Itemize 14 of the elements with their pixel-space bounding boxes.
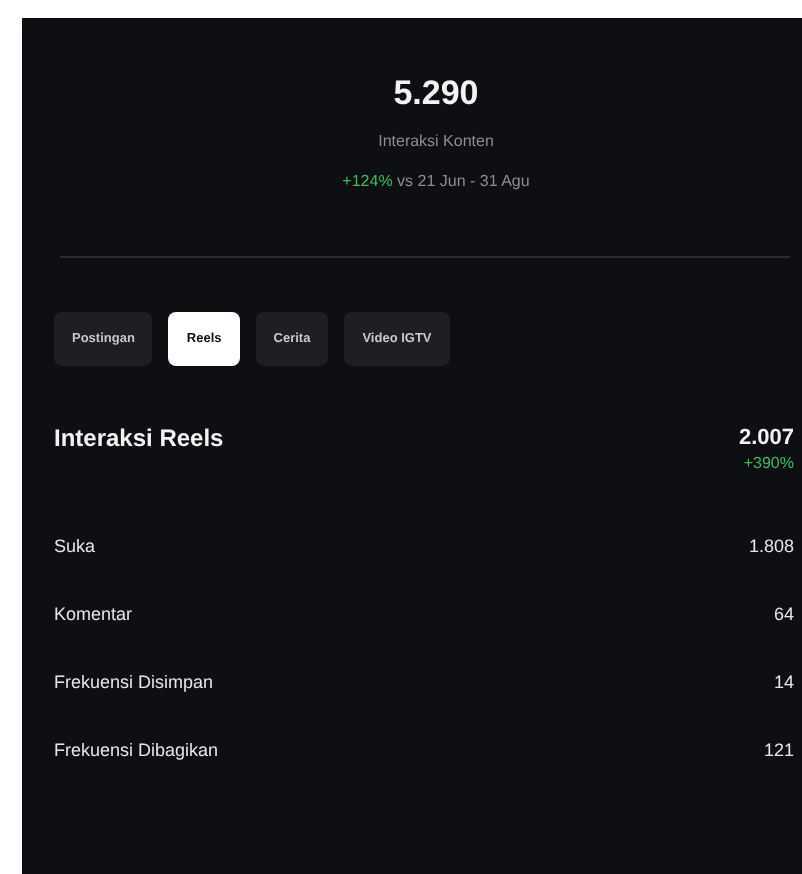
section-change: +390% (743, 452, 794, 474)
section-value: 2.007 (738, 424, 794, 452)
metric-value: 1.808 (748, 534, 794, 560)
metric-value: 14 (773, 670, 794, 696)
total-value: 5.290 (393, 72, 479, 116)
metric-value: 121 (763, 738, 794, 764)
metric-label: Frekuensi Disimpan (54, 670, 214, 696)
total-label: Interaksi Konten (378, 130, 494, 154)
change-text: +124% vs 21 Jun - 31 Agu (342, 170, 530, 194)
metric-label: Komentar (54, 602, 133, 628)
metric-label: Suka (54, 534, 96, 560)
section-title: Interaksi Reels (54, 424, 224, 452)
metric-value: 64 (773, 602, 794, 628)
metric-label: Frekuensi Dibagikan (54, 738, 219, 764)
